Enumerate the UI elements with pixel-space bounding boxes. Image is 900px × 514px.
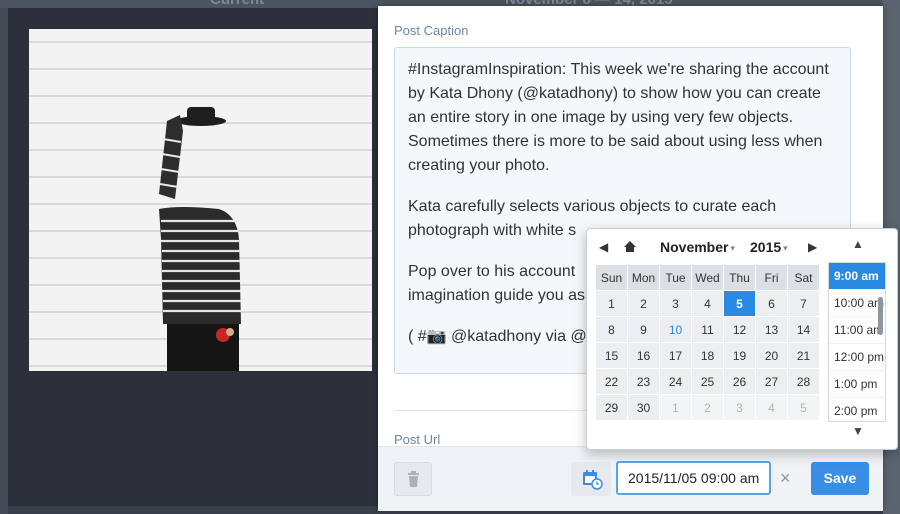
calendar-week-row: 1234567 [595, 290, 820, 317]
trash-icon [408, 471, 419, 487]
post-image-illustration [29, 29, 372, 371]
calendar-day[interactable]: 18 [691, 342, 724, 369]
calendar-day[interactable]: 26 [723, 368, 756, 395]
calendar-day[interactable]: 15 [595, 342, 628, 369]
weekday-label: Mon [627, 264, 660, 291]
today-home-icon[interactable] [623, 237, 637, 262]
caption-line: Kata carefully selects various objects t… [408, 198, 777, 215]
caption-line: creating your photo. [408, 157, 550, 174]
calendar-day[interactable]: 4 [755, 394, 788, 421]
year-select[interactable]: 2015 ▾ [750, 237, 788, 258]
calendar-grid: Sun Mon Tue Wed Thu Fri Sat 1 2 3 4 5 6 7 8 9 10 11 12 13 1… [595, 264, 820, 421]
calendar-day[interactable]: 1 [595, 290, 628, 317]
weekday-label: Tue [659, 264, 692, 291]
calendar-day[interactable]: 24 [659, 368, 692, 395]
caption-line: Sometimes there is more to be said about… [408, 133, 823, 150]
calendar-day[interactable]: 4 [691, 290, 724, 317]
calendar-day[interactable]: 28 [787, 368, 820, 395]
next-month-icon[interactable]: ▶ [808, 237, 817, 257]
month-label: November [660, 239, 729, 255]
time-scrollbar[interactable] [878, 297, 883, 335]
caption-line: an entire story in one image by using ve… [408, 109, 794, 126]
post-image [29, 29, 372, 371]
calendar-clock-icon [583, 470, 603, 490]
calendar-week-row: 15 16 17 18 19 20 21 [595, 342, 820, 369]
time-option[interactable]: 2:00 pm [829, 398, 885, 421]
calendar-day[interactable]: 7 [787, 290, 820, 317]
calendar-day[interactable]: 12 [723, 316, 756, 343]
calendar-week-row: 22 23 24 25 26 27 28 [595, 368, 820, 395]
caption-line: #InstagramInspiration: This week we're s… [408, 61, 829, 78]
caption-line: Pop over to his account [408, 263, 576, 280]
calendar-day[interactable]: 29 [595, 394, 628, 421]
calendar-day[interactable]: 5 [787, 394, 820, 421]
calendar-days: 1 2 3 4 5 6 7 8 9 10 11 12 13 14 15 16 17 18 19 20 21 22 23 24 2… [595, 290, 820, 421]
datetime-picker: ◀ November ▾ 2015 ▾ ▶ Sun Mon Tue Wed Thu Fri Sa… [586, 228, 898, 450]
background-left-strip [0, 8, 8, 514]
photo-panel [8, 8, 378, 506]
calendar-day[interactable]: 2 [627, 290, 660, 317]
weekday-label: Sun [595, 264, 628, 291]
calendar-day[interactable]: 30 [627, 394, 660, 421]
calendar-day[interactable]: 2 [691, 394, 724, 421]
calendar-day[interactable]: 16 [627, 342, 660, 369]
calendar-day[interactable]: 22 [595, 368, 628, 395]
save-button[interactable]: Save [811, 462, 869, 495]
schedule-calendar-button[interactable] [571, 462, 611, 496]
caption-line: by Kata Dhony (@katadhony) to show how y… [408, 85, 821, 102]
calendar-day[interactable]: 11 [691, 316, 724, 343]
schedule-date-input[interactable] [616, 461, 771, 495]
weekday-label: Wed [691, 264, 724, 291]
calendar-day[interactable]: 8 [595, 316, 628, 343]
calendar-week-row: 8 9 10 11 12 13 14 [595, 316, 820, 343]
caption-line: photograph with white s [408, 222, 577, 239]
prev-month-icon[interactable]: ◀ [599, 237, 608, 257]
calendar-day[interactable]: 19 [723, 342, 756, 369]
caption-paragraph-1: #InstagramInspiration: This week we're s… [408, 58, 837, 178]
calendar-day[interactable]: 1 [659, 394, 692, 421]
delete-button[interactable] [394, 462, 432, 496]
weekday-label: Thu [723, 264, 756, 291]
post-url-label: Post Url [394, 432, 441, 447]
time-list: 9:00 am 10:00 am 11:00 am 12:00 pm 1:00 pm 2:… [828, 262, 886, 422]
calendar-day[interactable]: 9 [627, 316, 660, 343]
calendar-navigation: ◀ November ▾ 2015 ▾ ▶ [597, 237, 822, 257]
calendar-day[interactable]: 17 [659, 342, 692, 369]
time-option[interactable]: 12:00 pm [829, 344, 885, 371]
time-scroll-down-icon[interactable]: ▼ [828, 424, 888, 438]
weekday-label: Fri [755, 264, 788, 291]
year-label: 2015 [750, 239, 782, 255]
calendar-day[interactable]: 3 [659, 290, 692, 317]
month-select[interactable]: November ▾ [660, 237, 735, 258]
time-option[interactable]: 11:00 am [829, 317, 885, 344]
calendar-day[interactable]: 21 [787, 342, 820, 369]
time-option[interactable]: 1:00 pm [829, 371, 885, 398]
calendar-day[interactable]: 5 [723, 290, 756, 317]
weekday-label: Sat [787, 264, 820, 291]
time-scroll-up-icon[interactable]: ▲ [828, 237, 888, 251]
caption-line: imagination guide you as [408, 287, 586, 304]
calendar-day[interactable]: 23 [627, 368, 660, 395]
time-option[interactable]: 9:00 am [829, 263, 885, 290]
editor-footer: × Save [378, 446, 883, 511]
calendar-day[interactable]: 27 [755, 368, 788, 395]
clear-date-button[interactable]: × [780, 469, 791, 487]
caption-line: ( #📷 @katadhony via @ [408, 328, 587, 345]
calendar-day[interactable]: 20 [755, 342, 788, 369]
background-current-label: Current [210, 0, 264, 8]
calendar-day[interactable]: 14 [787, 316, 820, 343]
time-option[interactable]: 10:00 am [829, 290, 885, 317]
calendar-day[interactable]: 10 [659, 316, 692, 343]
post-caption-label: Post Caption [394, 23, 469, 38]
calendar-day[interactable]: 6 [755, 290, 788, 317]
calendar-day[interactable]: 3 [723, 394, 756, 421]
calendar-day[interactable]: 13 [755, 316, 788, 343]
calendar-week-row: 29 30 1 2 3 4 5 [595, 394, 820, 421]
calendar-day[interactable]: 25 [691, 368, 724, 395]
weekday-header-row: Sun Mon Tue Wed Thu Fri Sat [595, 264, 820, 291]
time-selector: ▲ 9:00 am 10:00 am 11:00 am 12:00 pm 1:00 pm… [828, 237, 888, 438]
